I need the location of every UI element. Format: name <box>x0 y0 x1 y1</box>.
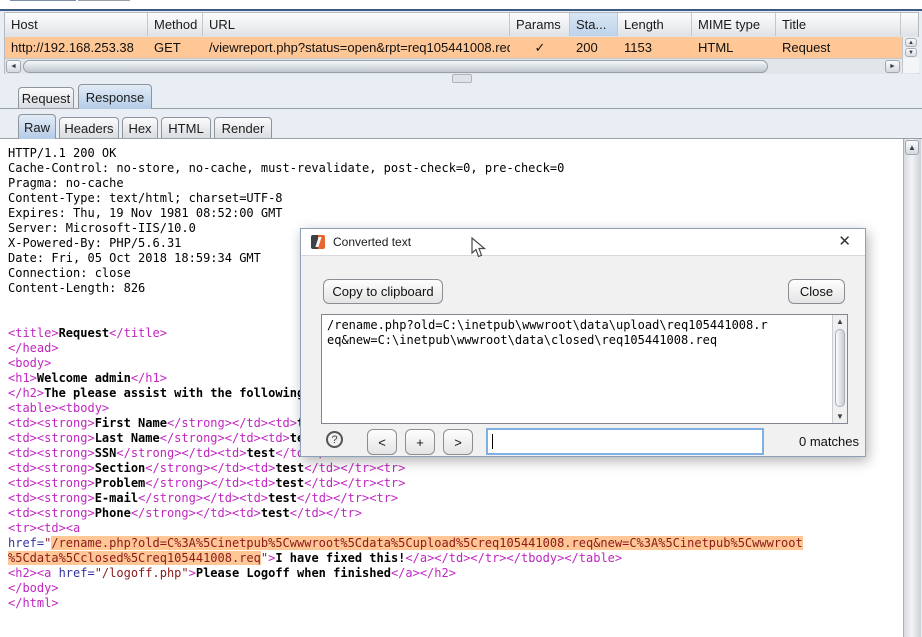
tab-request-label: Request <box>22 91 70 106</box>
column-header-status[interactable]: Sta...▲ <box>570 13 618 36</box>
response-line: href="/rename.php?old=C%3A%5Cinetpub%5Cw… <box>8 536 803 551</box>
tab-headers[interactable]: Headers <box>59 117 119 139</box>
converted-text-line: /rename.php?old=C:\inetpub\wwwroot\data\… <box>327 318 768 333</box>
tab-render[interactable]: Render <box>214 117 272 139</box>
burp-suite-window: HostMethodURLParamsSta...▲LengthMIME typ… <box>0 0 922 637</box>
column-header-title[interactable]: Title <box>776 13 901 36</box>
response-line: Cache-Control: no-store, no-cache, must-… <box>8 161 803 176</box>
scroll-right-icon[interactable]: ► <box>885 60 900 73</box>
history-table: HostMethodURLParamsSta...▲LengthMIME typ… <box>4 12 919 74</box>
column-label: Method <box>154 17 197 32</box>
burp-icon <box>311 235 325 249</box>
scroll-up-icon[interactable]: ▲ <box>905 38 917 47</box>
match-count-label: 0 matches <box>775 434 859 449</box>
upper-tab-idle-stub[interactable] <box>78 0 130 1</box>
top-divider-line <box>0 9 922 11</box>
mouse-cursor <box>471 237 486 259</box>
response-line: Content-Type: text/html; charset=UTF-8 <box>8 191 803 206</box>
scroll-down-icon[interactable]: ▼ <box>833 412 847 421</box>
text-caret <box>492 434 493 449</box>
response-line: </html> <box>8 596 803 611</box>
response-line: Pragma: no-cache <box>8 176 803 191</box>
tab-raw[interactable]: Raw <box>18 114 56 139</box>
tab-raw-label: Raw <box>24 120 50 135</box>
split-pane-grip[interactable] <box>452 74 472 83</box>
tab-render-label: Render <box>222 121 265 136</box>
tab-hex[interactable]: Hex <box>122 117 158 139</box>
row-cell-status[interactable]: 200 <box>570 37 618 58</box>
tab-html-label: HTML <box>168 121 203 136</box>
dialog-title: Converted text <box>333 235 411 249</box>
column-label: Title <box>782 17 806 32</box>
row-cell-title[interactable]: Request <box>776 37 901 58</box>
response-line: Expires: Thu, 19 Nov 1981 08:52:00 GMT <box>8 206 803 221</box>
dialog-scrollbar-thumb[interactable] <box>835 329 845 407</box>
scroll-down-icon[interactable]: ▼ <box>905 48 917 57</box>
close-button-label: Close <box>800 284 833 299</box>
response-line: <td><strong>Phone</strong></td><td>test<… <box>8 506 803 521</box>
history-table-selected-row[interactable]: http://192.168.253.38GET/viewreport.php?… <box>5 37 902 58</box>
table-horizontal-scrollbar[interactable]: ◄ ► <box>5 58 918 74</box>
row-cell-host[interactable]: http://192.168.253.38 <box>5 37 148 58</box>
next-match-button[interactable]: > <box>443 429 473 455</box>
row-cell-method[interactable]: GET <box>148 37 203 58</box>
search-input[interactable] <box>486 428 764 455</box>
converted-text-dialog: Converted text ✕ Copy to clipboard Close… <box>300 228 866 457</box>
tab-response-label: Response <box>86 90 145 105</box>
previous-match-button[interactable]: < <box>367 429 397 455</box>
dialog-titlebar[interactable]: Converted text ✕ <box>301 229 865 256</box>
close-icon[interactable]: ✕ <box>838 232 851 250</box>
response-line: %5Cdata%5Cclosed%5Creq105441008.req">I h… <box>8 551 803 566</box>
tab-request[interactable]: Request <box>18 87 74 109</box>
copy-button-label: Copy to clipboard <box>332 284 433 299</box>
table-vertical-scrollbar[interactable]: ▲ ▼ <box>902 37 919 58</box>
response-line: <td><strong>E-mail</strong></td><td>test… <box>8 491 803 506</box>
scrollbar-corner <box>902 58 919 73</box>
column-header-method[interactable]: Method <box>148 13 203 36</box>
scroll-up-icon[interactable]: ▲ <box>833 317 847 326</box>
converted-text-box[interactable]: /rename.php?old=C:\inetpub\wwwroot\data\… <box>321 314 848 424</box>
tab-response[interactable]: Response <box>78 84 152 109</box>
converted-text-content: /rename.php?old=C:\inetpub\wwwroot\data\… <box>327 318 768 348</box>
close-button[interactable]: Close <box>788 279 845 304</box>
column-header-length[interactable]: Length <box>618 13 692 36</box>
scroll-up-icon[interactable]: ▲ <box>905 140 919 155</box>
column-label: Sta... <box>576 17 606 32</box>
response-line: HTTP/1.1 200 OK <box>8 146 803 161</box>
row-cell-params[interactable]: ✓ <box>510 37 570 58</box>
scroll-left-icon[interactable]: ◄ <box>6 60 21 73</box>
column-label: Params <box>516 17 561 32</box>
tab-hex-label: Hex <box>128 121 151 136</box>
column-header-params[interactable]: Params <box>510 13 570 36</box>
response-line: <td><strong>Section</strong></td><td>tes… <box>8 461 803 476</box>
response-line: <h2><a href="/logoff.php">Please Logoff … <box>8 566 803 581</box>
column-label: URL <box>209 17 235 32</box>
response-line: </body> <box>8 581 803 596</box>
column-label: MIME type <box>698 17 760 32</box>
column-label: Length <box>624 17 664 32</box>
response-line: <td><strong>Problem</strong></td><td>tes… <box>8 476 803 491</box>
horizontal-scrollbar-thumb[interactable] <box>23 60 768 73</box>
column-header-host[interactable]: Host <box>5 13 148 36</box>
column-label: Host <box>11 17 38 32</box>
response-vertical-scrollbar[interactable]: ▲ <box>903 139 921 637</box>
column-header-url[interactable]: URL <box>203 13 510 36</box>
tab-headers-label: Headers <box>64 121 113 136</box>
row-cell-url[interactable]: /viewreport.php?status=open&rpt=req10544… <box>203 37 510 58</box>
row-cell-mime[interactable]: HTML <box>692 37 776 58</box>
upper-tab-active-stub[interactable] <box>10 0 76 1</box>
response-line: <tr><td><a <box>8 521 803 536</box>
help-icon[interactable]: ? <box>326 431 343 448</box>
column-header-mime[interactable]: MIME type <box>692 13 776 36</box>
add-button[interactable]: + <box>405 429 435 455</box>
copy-to-clipboard-button[interactable]: Copy to clipboard <box>323 279 443 304</box>
dialog-scrollbar[interactable]: ▲ ▼ <box>832 315 847 423</box>
history-table-header: Host Method URL Params Sta...▲ Length MIME typ… <box>5 13 918 38</box>
converted-text-line: eq&new=C:\inetpub\wwwroot\data\closed\re… <box>327 333 768 348</box>
tab-html[interactable]: HTML <box>161 117 211 139</box>
row-cell-length[interactable]: 1153 <box>618 37 692 58</box>
